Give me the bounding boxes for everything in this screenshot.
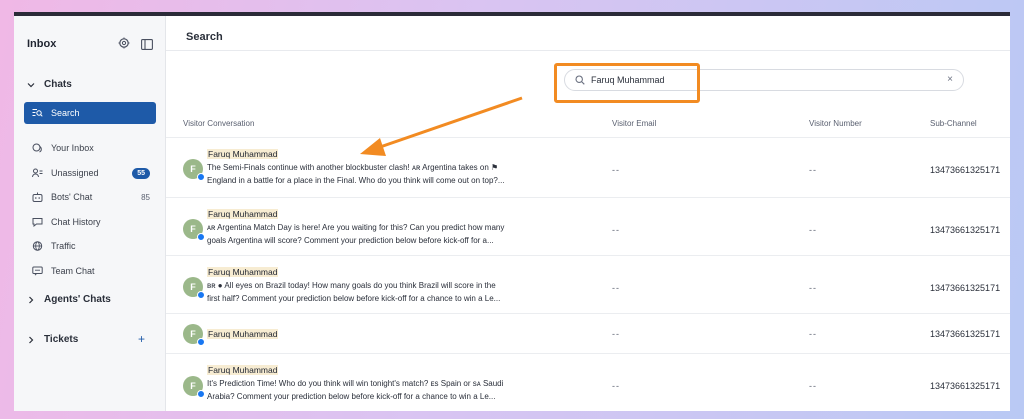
app-window: Inbox Chats Search Your Inbox Unassigned…: [14, 12, 1010, 411]
annotation-arrow-icon: [360, 96, 523, 156]
